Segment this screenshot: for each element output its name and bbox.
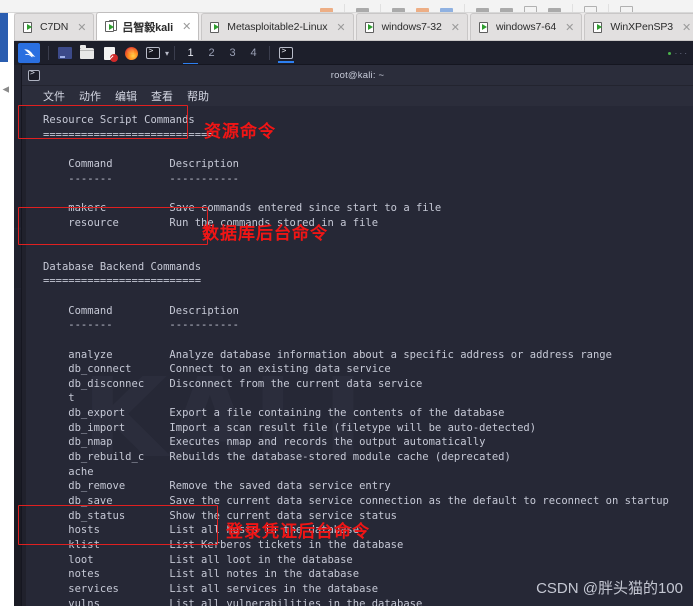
vm-thumbnail-icon [593, 20, 606, 33]
launcher-terminal-emulator[interactable] [54, 43, 76, 63]
vmware-left-rail: ▲ [0, 0, 14, 606]
kali-applications-menu-button[interactable] [18, 43, 40, 63]
vm-tab-5[interactable]: WinXPenSP3 ✕ [584, 13, 693, 40]
vm-tab-label: windows7-32 [381, 21, 442, 33]
show-desktop-icon [279, 46, 294, 59]
launcher-text-editor[interactable] [98, 43, 120, 63]
terminal-menubar: 文件 动作 编辑 查看 帮助 [22, 86, 693, 106]
vm-thumbnail-icon [210, 20, 223, 33]
vm-tab-label: 吕智毅kali [122, 21, 174, 34]
vm-tab-0[interactable]: C7DN ✕ [14, 13, 95, 40]
workspace-button-2[interactable]: 2 [201, 41, 222, 65]
folder-icon [80, 45, 94, 59]
annotation-label-credentials: 登录凭证后台命令 [226, 522, 370, 542]
annotation-label-resource: 资源命令 [204, 122, 276, 142]
vmware-tab-bar: C7DN ✕ 吕智毅kali ✕ Metasploitable2-Linux ✕ windo… [14, 12, 693, 41]
snapshot-icon[interactable] [356, 4, 369, 12]
vm-thumbnail-icon [478, 20, 491, 33]
toolbar-divider-3 [464, 4, 465, 12]
launcher-file-manager[interactable] [76, 43, 98, 63]
vm-thumbnail-icon [364, 20, 377, 33]
panel-divider-3 [269, 46, 271, 60]
manage-icon[interactable] [416, 4, 429, 12]
annotation-label-database: 数据库后台命令 [202, 224, 328, 244]
vm-tab-close-icon[interactable]: ✕ [77, 22, 86, 33]
vm-tab-label: Metasploitable2-Linux [227, 21, 328, 33]
terminal-title: root@kali: ~ [330, 69, 385, 81]
stretch-icon[interactable] [524, 4, 537, 12]
tray-text: · · · [674, 48, 687, 58]
workspace-button-1[interactable]: 1 [180, 41, 201, 65]
panel-tray: · · · [667, 48, 693, 58]
toolbar-divider-2 [380, 4, 381, 12]
vm-tab-close-icon[interactable]: ✕ [682, 22, 691, 33]
terminal-menu-item-4[interactable]: 帮助 [187, 88, 209, 104]
workspace-button-4[interactable]: 4 [243, 41, 264, 65]
toolbar-divider-5 [608, 4, 609, 12]
console-icon[interactable] [548, 4, 561, 12]
terminal-menu-item-3[interactable]: 查看 [151, 88, 173, 104]
vm-tab-1[interactable]: 吕智毅kali ✕ [96, 12, 200, 40]
power-icon[interactable] [320, 4, 333, 12]
terminal-titlebar[interactable]: root@kali: ~ [22, 65, 693, 86]
annotation-box-database [18, 207, 208, 245]
settings-icon[interactable] [440, 4, 453, 12]
terminal-menu-item-2[interactable]: 编辑 [115, 88, 137, 104]
terminal-window-icon [146, 46, 160, 59]
vm-tab-label: windows7-64 [495, 21, 557, 33]
firefox-icon [124, 46, 138, 60]
screenshot-root: ▲ C7DN ✕ 吕智毅kali ✕ Metasploitable2-Linux ✕ win… [0, 0, 693, 606]
vm-thumbnail-icon [23, 20, 35, 33]
annotation-box-resource [18, 105, 188, 139]
kali-dragon-icon [23, 49, 35, 58]
toolbar-divider-4 [572, 4, 573, 12]
collapse-caret-icon[interactable]: ▲ [0, 84, 12, 95]
vm-tab-4[interactable]: windows7-64 ✕ [469, 13, 583, 40]
revert-icon[interactable] [392, 4, 405, 12]
vm-tab-2[interactable]: Metasploitable2-Linux ✕ [201, 13, 354, 40]
status-dot-icon [667, 51, 671, 55]
kali-desktop: 回收站 文件系统 ▾ 1234 [14, 41, 693, 606]
vm-tab-label: C7DN [40, 21, 69, 33]
document-icon [103, 46, 118, 62]
fullscreen-icon[interactable] [476, 4, 489, 12]
terminal-square-icon [58, 47, 72, 59]
panel-divider [48, 46, 49, 60]
panel-divider-2 [174, 46, 176, 60]
chevron-down-icon[interactable]: ▾ [165, 49, 169, 58]
workspace-switcher: 1234 [180, 41, 264, 65]
vm-tab-close-icon[interactable]: ✕ [565, 22, 574, 33]
sidebar-toggle-icon[interactable] [584, 4, 597, 12]
annotation-box-credentials [18, 505, 218, 545]
vm-thumbnail-icon [105, 19, 118, 32]
vm-tab-close-icon[interactable]: ✕ [451, 22, 460, 33]
unity-icon[interactable] [500, 4, 513, 12]
vm-tab-label: WinXPenSP3 [610, 21, 673, 33]
vmware-toolbar-icons [320, 0, 633, 12]
launcher-firefox[interactable] [120, 43, 142, 63]
launcher-terminal[interactable] [142, 43, 164, 63]
workspace-button-3[interactable]: 3 [222, 41, 243, 65]
vm-tab-close-icon[interactable]: ✕ [182, 21, 191, 32]
kali-top-panel: ▾ 1234 · · · [14, 41, 693, 65]
terminal-menu-item-1[interactable]: 动作 [79, 88, 101, 104]
show-desktop-button[interactable] [275, 43, 297, 63]
thumbnail-toggle-icon[interactable] [620, 4, 633, 12]
vm-tab-close-icon[interactable]: ✕ [336, 22, 345, 33]
terminal-menu-item-0[interactable]: 文件 [43, 88, 65, 104]
csdn-watermark: CSDN @胖头猫的100 [536, 580, 683, 597]
toolbar-divider [344, 4, 345, 12]
vm-tab-3[interactable]: windows7-32 ✕ [355, 13, 468, 40]
